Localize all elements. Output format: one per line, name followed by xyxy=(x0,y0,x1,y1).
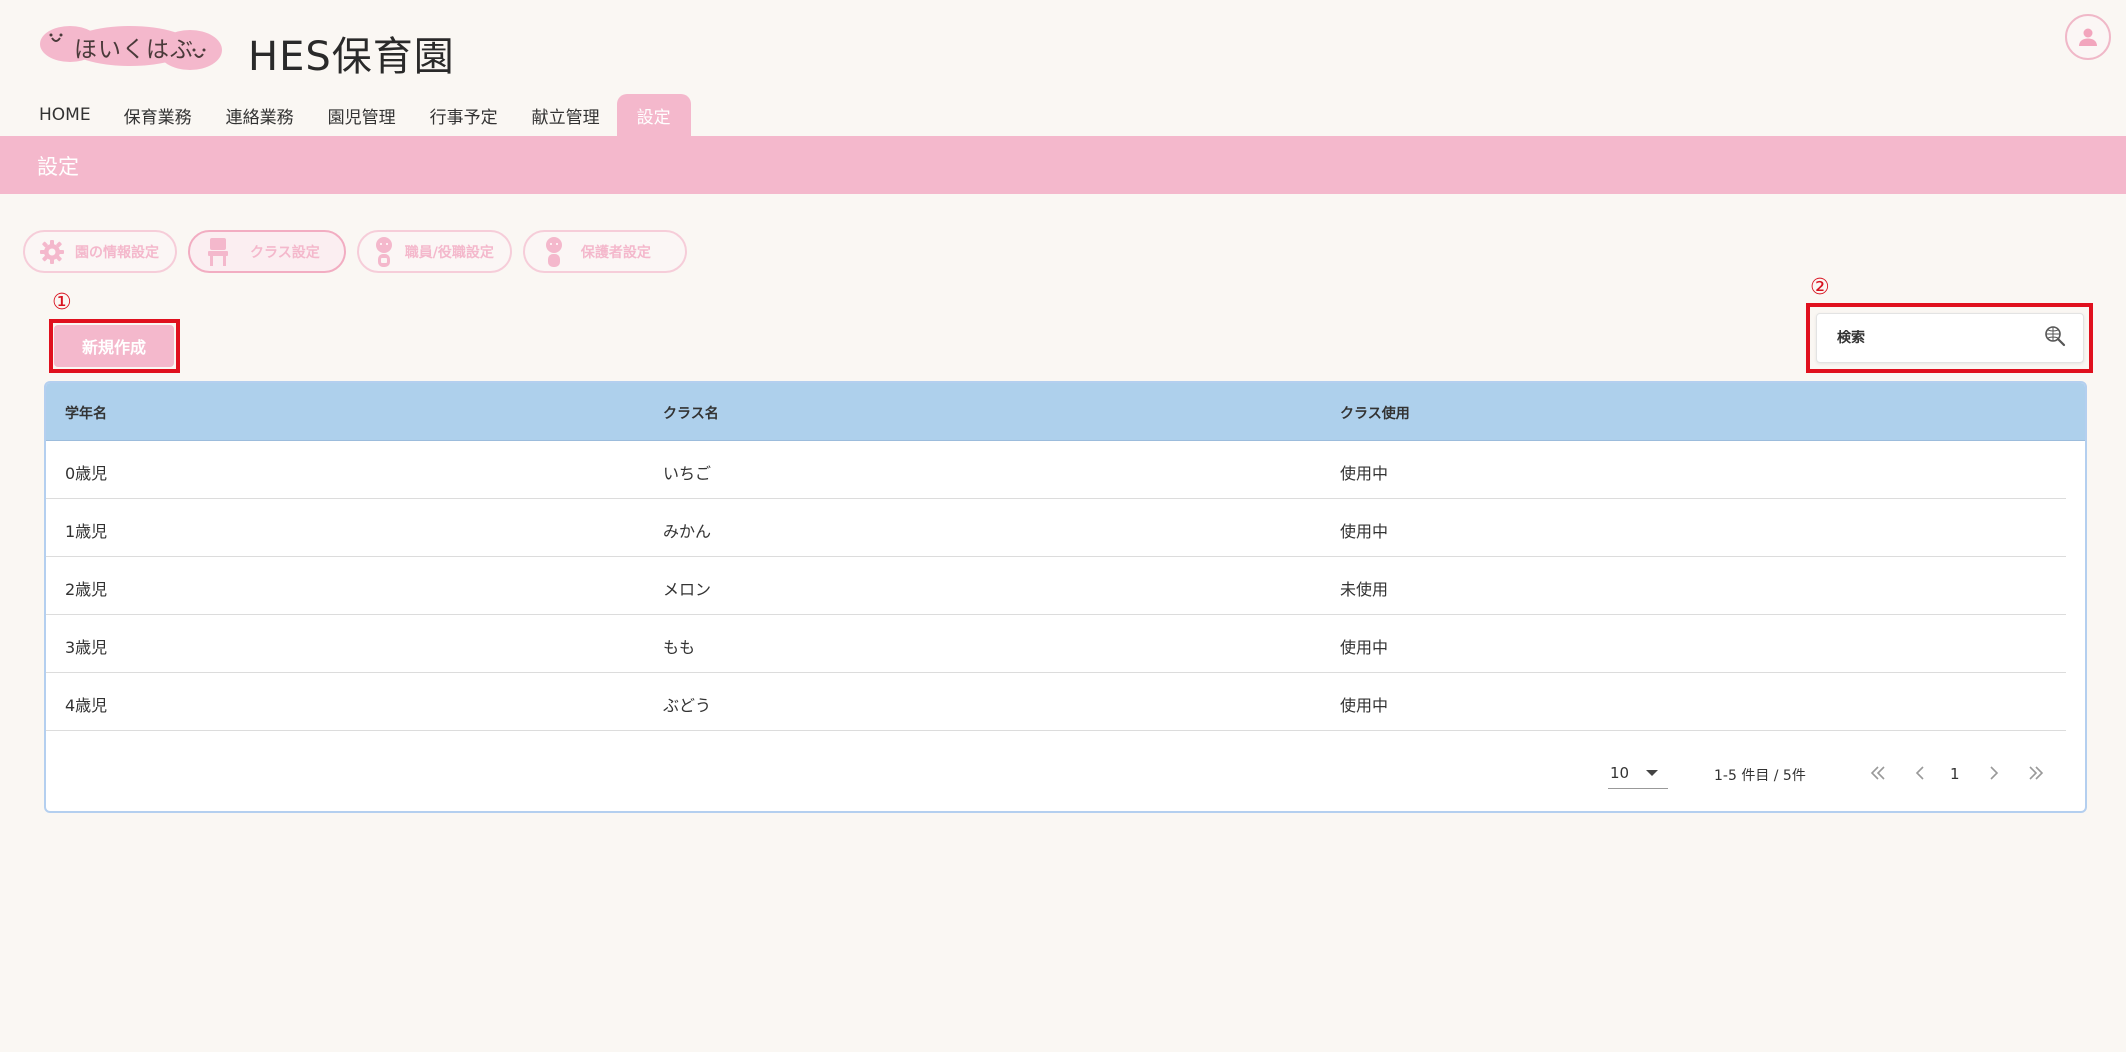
cell-usage: 使用中 xyxy=(1340,522,1389,541)
subtab-class-settings[interactable]: クラス設定 xyxy=(188,230,346,273)
cell-grade: 3歳児 xyxy=(65,638,108,657)
cell-class: メロン xyxy=(663,580,712,599)
next-page-button[interactable] xyxy=(1982,761,2006,785)
cell-usage: 使用中 xyxy=(1340,464,1389,483)
nav-children[interactable]: 園児管理 xyxy=(311,94,413,136)
subtab-facility-info[interactable]: 園の情報設定 xyxy=(23,230,177,273)
column-header-usage[interactable]: クラス使用 xyxy=(1340,403,1410,423)
guardian-icon xyxy=(543,236,565,268)
column-header-class[interactable]: クラス名 xyxy=(663,403,719,423)
table-row[interactable]: 3歳児 もも 使用中 xyxy=(46,615,2066,673)
rows-per-page-value: 10 xyxy=(1610,763,1630,782)
nav-settings[interactable]: 設定 xyxy=(616,94,691,136)
cell-grade: 1歳児 xyxy=(65,522,108,541)
search-field xyxy=(1816,313,2084,363)
double-chevron-right-icon xyxy=(2029,766,2044,780)
table-row[interactable]: 4歳児 ぶどう 使用中 xyxy=(46,673,2066,731)
cell-class: もも xyxy=(663,638,696,657)
nav-childcare[interactable]: 保育業務 xyxy=(107,94,209,136)
nav-events[interactable]: 行事予定 xyxy=(413,94,515,136)
cell-usage: 使用中 xyxy=(1340,696,1389,715)
cell-usage: 使用中 xyxy=(1340,638,1389,657)
cell-grade: 0歳児 xyxy=(65,464,108,483)
prev-page-button[interactable] xyxy=(1908,761,1932,785)
table-row[interactable]: 2歳児 メロン 未使用 xyxy=(46,557,2066,615)
cell-class: みかん xyxy=(663,522,712,541)
table-header: 学年名 クラス名 クラス使用 xyxy=(46,383,2085,441)
user-avatar-button[interactable] xyxy=(2065,14,2111,60)
user-icon xyxy=(2079,28,2097,46)
cell-class: いちご xyxy=(663,464,712,483)
search-icon[interactable] xyxy=(2043,324,2067,352)
chair-icon xyxy=(206,237,230,267)
nav-home[interactable]: HOME xyxy=(24,94,107,136)
subtab-guardian-settings[interactable]: 保護者設定 xyxy=(522,230,687,273)
app-title: HES保育園 xyxy=(248,34,455,80)
settings-subtabs: 園の情報設定 クラス設定 職員/役職設定 保護者設定 xyxy=(23,230,698,273)
pagination: 10 1-5 件目 / 5件 1 xyxy=(46,757,2085,797)
subtab-label: 園の情報設定 xyxy=(75,244,159,261)
app-logo: ほいくはぶ xyxy=(40,24,222,70)
new-class-button[interactable]: 新規作成 xyxy=(54,325,174,367)
subtab-label: クラス設定 xyxy=(250,244,320,261)
chevron-right-icon xyxy=(1990,766,1999,780)
pagination-range: 1-5 件目 / 5件 xyxy=(1714,768,1806,784)
gear-icon xyxy=(39,239,65,265)
cell-usage: 未使用 xyxy=(1340,580,1389,599)
caret-down-icon xyxy=(1646,770,1658,776)
double-chevron-left-icon xyxy=(1870,766,1885,780)
table-row[interactable]: 1歳児 みかん 使用中 xyxy=(46,499,2066,557)
section-bar xyxy=(0,136,2126,194)
subtab-label: 保護者設定 xyxy=(580,244,651,261)
cell-class: ぶどう xyxy=(663,696,712,715)
chevron-left-icon xyxy=(1915,766,1924,780)
staff-icon xyxy=(373,236,395,268)
nav-menu[interactable]: 献立管理 xyxy=(515,94,617,136)
cell-grade: 2歳児 xyxy=(65,580,108,599)
current-page[interactable]: 1 xyxy=(1950,765,1960,783)
last-page-button[interactable] xyxy=(2024,761,2048,785)
subtab-staff-settings[interactable]: 職員/役職設定 xyxy=(356,230,512,273)
annotation-marker-2: ② xyxy=(1810,275,1830,300)
class-table: 学年名 クラス名 クラス使用 0歳児 いちご 使用中 1歳児 みかん 使用中 2… xyxy=(44,381,2087,813)
rows-per-page-select[interactable]: 10 xyxy=(1608,757,1668,789)
first-page-button[interactable] xyxy=(1866,761,1890,785)
search-input[interactable] xyxy=(1837,330,2043,346)
subtab-label: 職員/役職設定 xyxy=(404,244,494,261)
cell-grade: 4歳児 xyxy=(65,696,108,715)
annotation-marker-1: ① xyxy=(52,290,72,315)
logo-text: ほいくはぶ xyxy=(74,37,194,63)
column-header-grade[interactable]: 学年名 xyxy=(65,403,107,423)
nav-contact[interactable]: 連絡業務 xyxy=(209,94,311,136)
main-nav: HOME 保育業務 連絡業務 園児管理 行事予定 献立管理 設定 xyxy=(24,94,691,136)
section-title: 設定 xyxy=(37,155,79,179)
table-row[interactable]: 0歳児 いちご 使用中 xyxy=(46,441,2066,499)
